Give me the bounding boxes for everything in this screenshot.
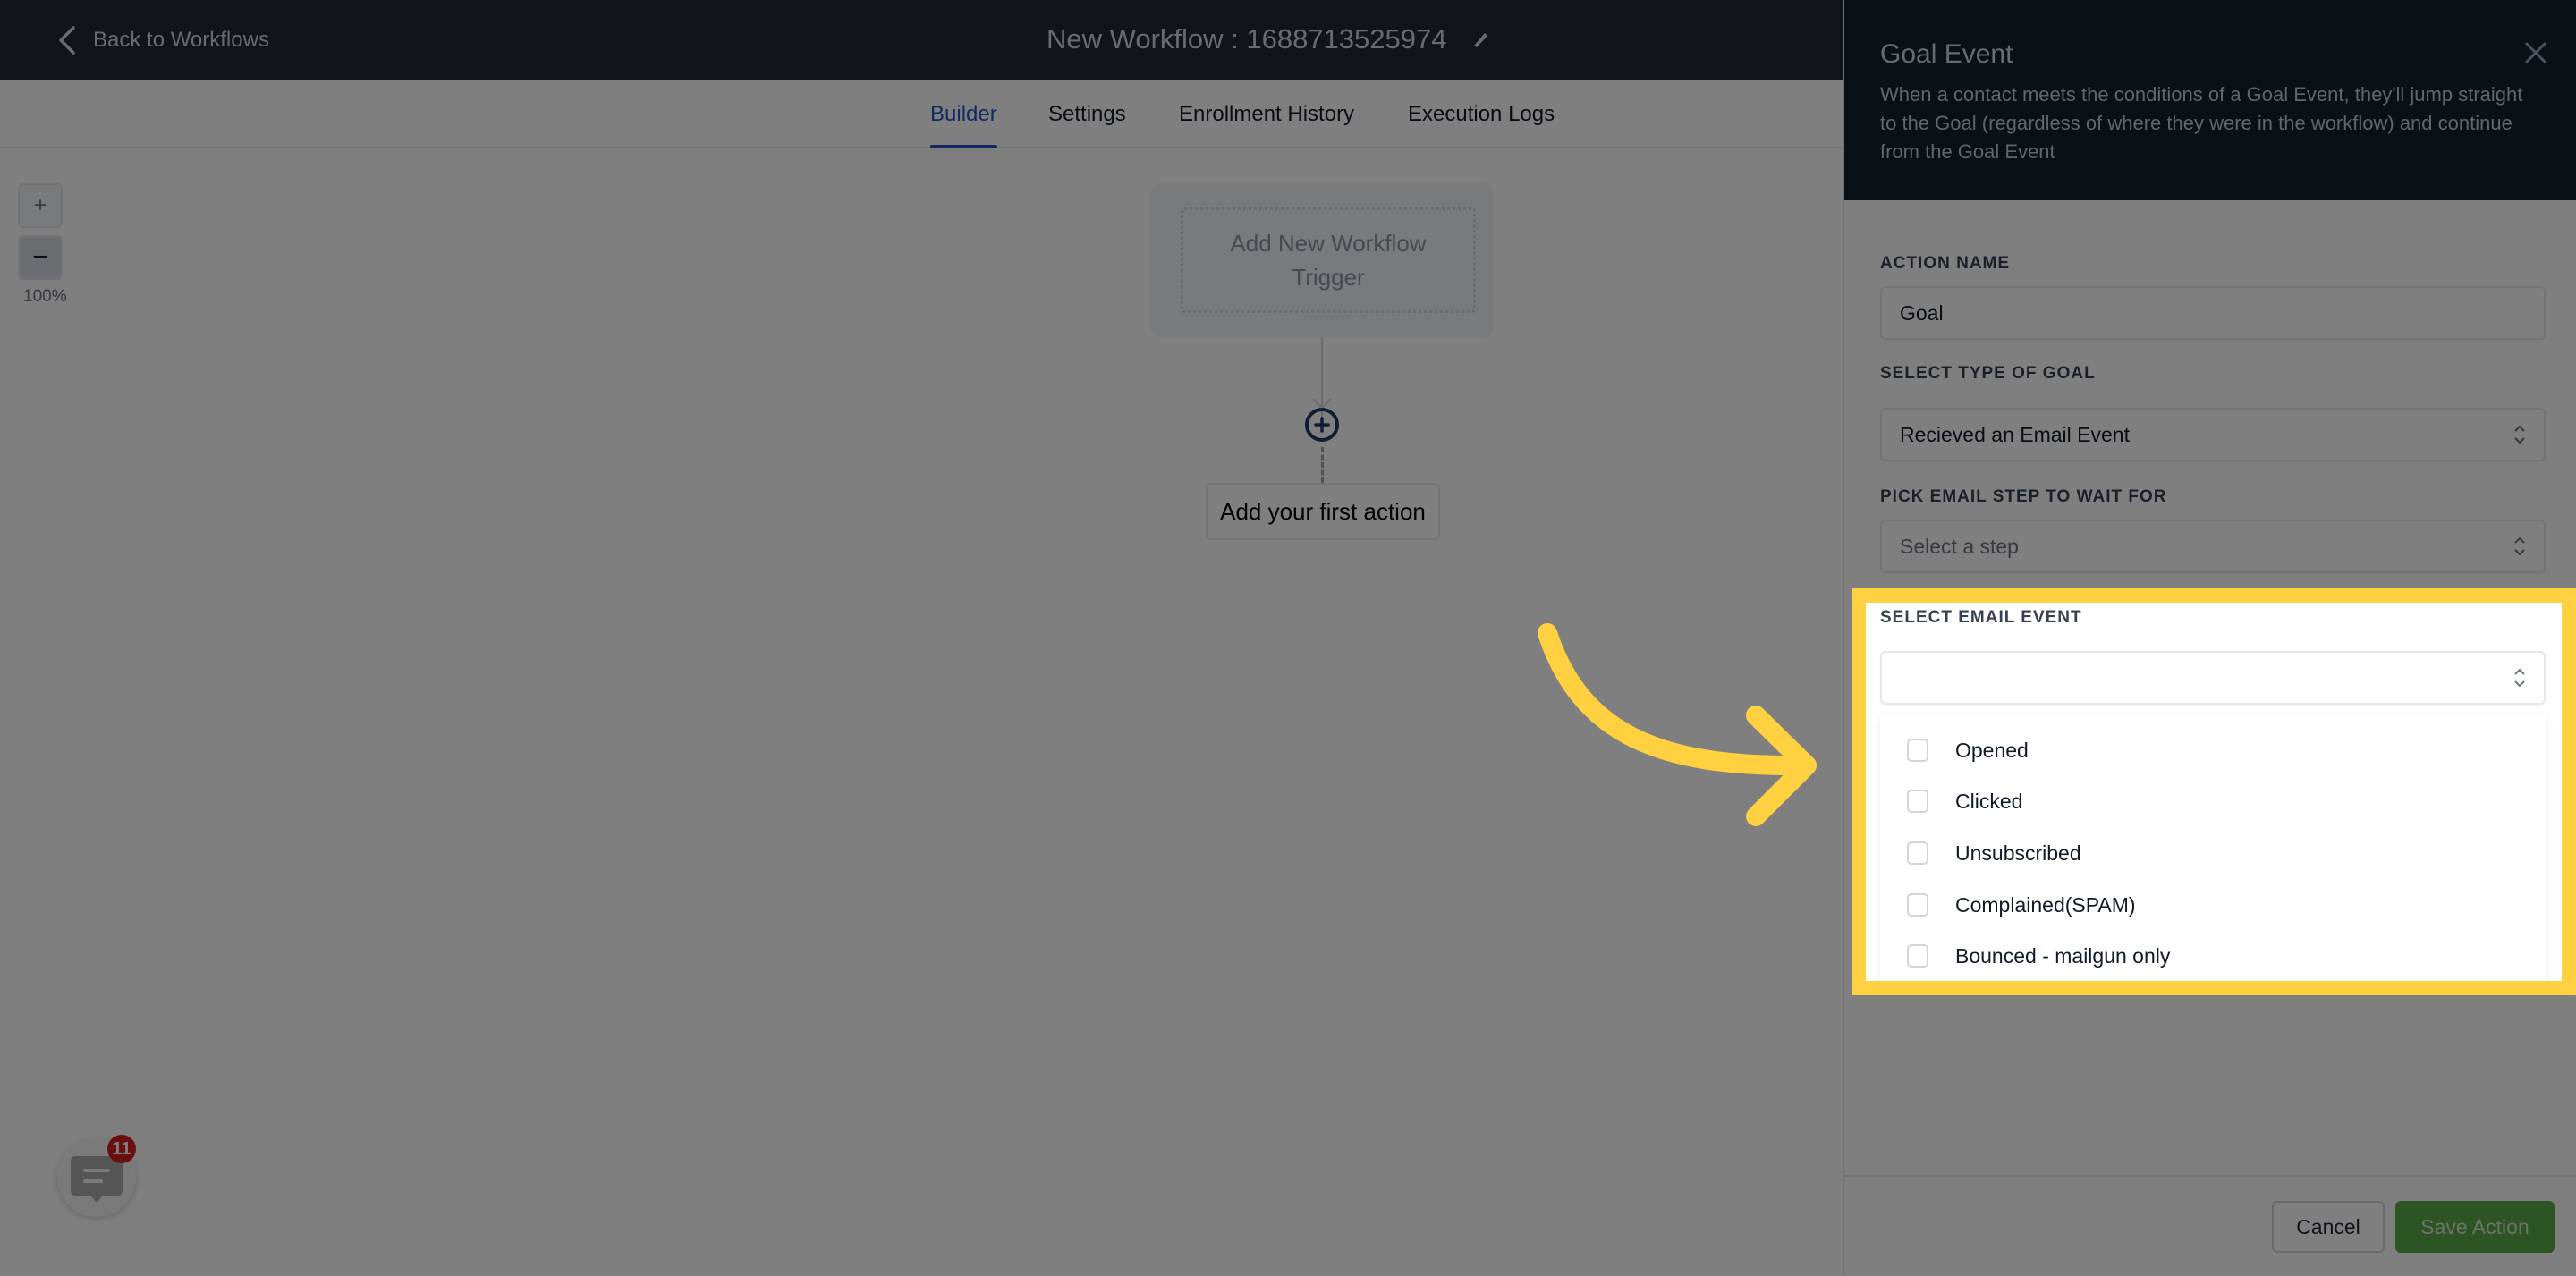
save-action-button[interactable]: Save Action: [2395, 1201, 2555, 1253]
action-name-label: ACTION NAME: [1880, 254, 2011, 273]
goal-type-label: SELECT TYPE OF GOAL: [1880, 364, 2096, 383]
chevron-left-icon: [59, 26, 75, 55]
plus-icon: [1314, 417, 1330, 433]
pencil-edit-icon[interactable]: [1470, 30, 1490, 49]
back-label: Back to Workflows: [93, 28, 269, 52]
checkbox[interactable]: [1907, 739, 1928, 762]
goal-event-panel: Goal Event When a contact meets the cond…: [1843, 0, 2576, 1276]
option-label: Opened: [1955, 738, 2029, 762]
checkbox[interactable]: [1907, 841, 1928, 865]
workflow-builder-app: Back to Workflows New Workflow : 1688713…: [0, 0, 2576, 1276]
panel-header: Goal Event When a contact meets the cond…: [1844, 0, 2576, 200]
tab-execution-logs[interactable]: Execution Logs: [1408, 102, 1555, 127]
option-complained-spam[interactable]: Complained(SPAM): [1880, 883, 2546, 926]
action-name-value: Goal: [1900, 300, 1944, 325]
chevron-updown-icon: [2514, 668, 2525, 688]
add-first-action-button[interactable]: Add your first action: [1206, 483, 1440, 540]
chevron-updown-icon: [2514, 425, 2525, 444]
tab-enrollment-history[interactable]: Enrollment History: [1179, 102, 1354, 127]
add-action-button[interactable]: [1305, 408, 1339, 442]
add-trigger-button[interactable]: Add New Workflow Trigger: [1181, 207, 1476, 313]
notification-badge: 11: [107, 1135, 136, 1163]
zoom-in-button[interactable]: +: [18, 183, 63, 228]
tab-settings[interactable]: Settings: [1048, 102, 1126, 127]
zoom-level: 100%: [23, 287, 67, 306]
panel-description: When a contact meets the conditions of a…: [1880, 83, 2523, 163]
option-unsubscribed[interactable]: Unsubscribed: [1880, 832, 2546, 875]
option-opened[interactable]: Opened: [1880, 729, 2546, 772]
checkbox[interactable]: [1907, 893, 1928, 917]
email-event-label: SELECT EMAIL EVENT: [1880, 608, 2082, 627]
action-name-input[interactable]: Goal: [1880, 286, 2546, 340]
back-to-workflows-link[interactable]: Back to Workflows: [57, 23, 269, 57]
close-icon[interactable]: [2522, 39, 2549, 66]
goal-type-value: Recieved an Email Event: [1900, 422, 2130, 446]
email-step-label: PICK EMAIL STEP TO WAIT FOR: [1880, 487, 2167, 506]
email-step-select[interactable]: Select a step: [1880, 520, 2546, 573]
email-step-placeholder: Select a step: [1900, 534, 2019, 558]
panel-footer: Cancel Save Action: [1844, 1175, 2576, 1276]
cancel-button[interactable]: Cancel: [2272, 1201, 2385, 1253]
email-event-select[interactable]: [1880, 651, 2546, 705]
option-label: Complained(SPAM): [1955, 892, 2136, 917]
dashed-connector: [1321, 447, 1324, 483]
option-bounced[interactable]: Bounced - mailgun only: [1880, 934, 2546, 977]
option-label: Clicked: [1955, 789, 2023, 813]
email-event-options: Opened Clicked Unsubscribed Complained(S…: [1880, 715, 2546, 984]
workflow-title: New Workflow : 1688713525974: [1046, 20, 1490, 59]
option-label: Unsubscribed: [1955, 841, 2081, 865]
option-label: Bounced - mailgun only: [1955, 943, 2171, 968]
tab-bar: Builder Settings Enrollment History Exec…: [0, 80, 1843, 148]
workflow-title-text: New Workflow : 1688713525974: [1046, 23, 1447, 55]
trigger-node: Add New Workflow Trigger: [1150, 183, 1494, 337]
panel-title: Goal Event: [1880, 39, 2013, 69]
goal-type-select[interactable]: Recieved an Email Event: [1880, 408, 2546, 461]
option-clicked[interactable]: Clicked: [1880, 780, 2546, 823]
tab-builder[interactable]: Builder: [930, 102, 997, 148]
chevron-updown-icon: [2514, 537, 2525, 556]
checkbox[interactable]: [1907, 944, 1928, 968]
zoom-controls: + − 100%: [18, 183, 67, 307]
checkbox[interactable]: [1907, 790, 1928, 813]
zoom-out-button[interactable]: −: [18, 235, 63, 280]
